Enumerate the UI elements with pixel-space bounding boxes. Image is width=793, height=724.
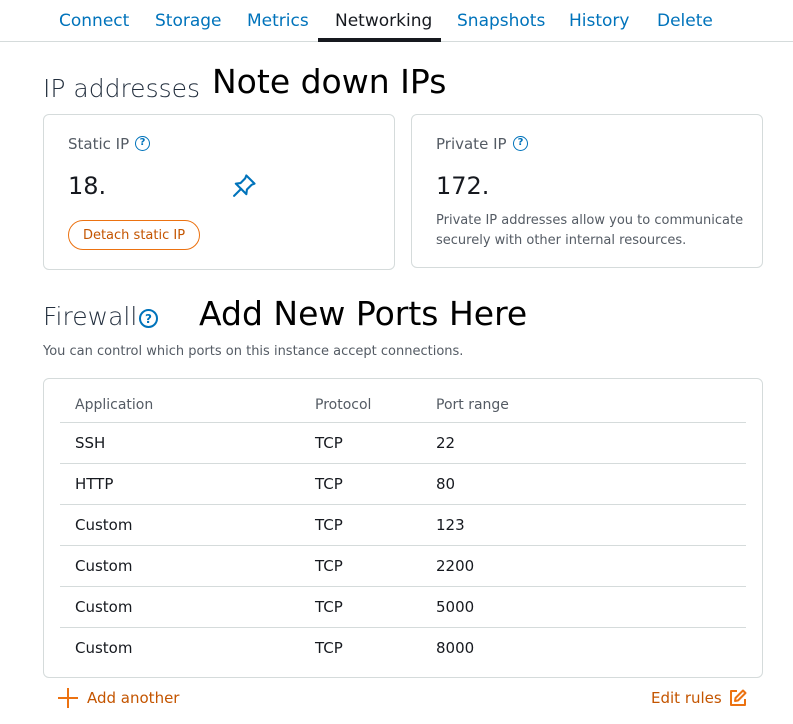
table-row: Custom TCP 2200: [60, 545, 746, 586]
private-ip-help-icon[interactable]: ?: [513, 136, 528, 151]
private-ip-value: 172.: [436, 172, 490, 200]
private-ip-label: Private IP: [436, 135, 507, 153]
firewall-annotation: Add New Ports Here: [199, 294, 528, 333]
private-ip-description: Private IP addresses allow you to commun…: [436, 213, 744, 248]
firewall-help-icon[interactable]: ?: [139, 309, 158, 328]
table-row: Custom TCP 123: [60, 504, 746, 545]
active-tab-indicator: [318, 38, 441, 42]
cell-application: HTTP: [75, 475, 114, 493]
tab-bar: Connect Storage Metrics Networking Snaps…: [0, 0, 793, 42]
cell-protocol: TCP: [315, 557, 343, 575]
cell-protocol: TCP: [315, 639, 343, 657]
ip-addresses-heading: IP addresses: [43, 74, 201, 103]
static-ip-help-icon[interactable]: ?: [135, 136, 150, 151]
edit-icon: [730, 689, 747, 706]
pin-icon[interactable]: [230, 172, 258, 200]
tab-history[interactable]: History: [569, 11, 629, 31]
cell-application: Custom: [75, 557, 133, 575]
cell-port-range: 5000: [436, 598, 475, 616]
column-header-protocol: Protocol: [315, 397, 372, 413]
table-row: SSH TCP 22: [60, 422, 746, 463]
cell-port-range: 123: [436, 516, 465, 534]
edit-rules-label: Edit rules: [651, 689, 722, 707]
firewall-heading: Firewall: [43, 302, 138, 331]
tab-connect[interactable]: Connect: [59, 11, 129, 31]
cell-port-range: 8000: [436, 639, 475, 657]
cell-port-range: 80: [436, 475, 456, 493]
firewall-description: You can control which ports on this inst…: [43, 344, 464, 359]
static-ip-label: Static IP: [68, 135, 130, 153]
detach-static-ip-button[interactable]: Detach static IP: [68, 220, 200, 250]
cell-application: Custom: [75, 598, 133, 616]
tab-delete[interactable]: Delete: [657, 11, 713, 31]
table-row: HTTP TCP 80: [60, 463, 746, 504]
cell-port-range: 2200: [436, 557, 475, 575]
cell-application: Custom: [75, 516, 133, 534]
column-header-port-range: Port range: [436, 397, 509, 413]
tab-storage[interactable]: Storage: [155, 11, 222, 31]
cell-port-range: 22: [436, 434, 456, 452]
plus-icon: [58, 688, 78, 708]
cell-protocol: TCP: [315, 516, 343, 534]
cell-protocol: TCP: [315, 475, 343, 493]
ip-annotation: Note down IPs: [212, 62, 447, 101]
static-ip-value: 18.: [68, 172, 107, 200]
tab-networking[interactable]: Networking: [335, 11, 432, 31]
cell-protocol: TCP: [315, 598, 343, 616]
table-row: Custom TCP 5000: [60, 586, 746, 627]
tab-snapshots[interactable]: Snapshots: [457, 11, 545, 31]
table-row: Custom TCP 8000: [60, 627, 746, 668]
cell-application: SSH: [75, 434, 106, 452]
add-another-label: Add another: [87, 689, 180, 707]
cell-application: Custom: [75, 639, 133, 657]
cell-protocol: TCP: [315, 434, 343, 452]
tab-metrics[interactable]: Metrics: [247, 11, 309, 31]
column-header-application: Application: [75, 397, 154, 413]
